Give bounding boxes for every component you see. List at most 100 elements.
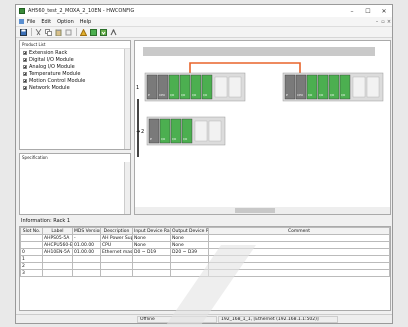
empty-slot[interactable]	[228, 76, 242, 98]
empty-slot[interactable]	[352, 76, 366, 98]
expand-icon[interactable]	[23, 50, 27, 55]
rack-module-label: I/O	[170, 93, 175, 97]
rack-module-label: I/O	[181, 93, 186, 97]
rack-module-label: P	[150, 137, 152, 141]
table-cell[interactable]	[100, 255, 133, 263]
upload-icon[interactable]	[89, 28, 97, 36]
empty-slot[interactable]	[208, 120, 222, 142]
document-icon	[19, 19, 24, 24]
col-mds-version[interactable]: MDS Version	[72, 227, 101, 235]
copy-icon[interactable]	[44, 28, 52, 36]
table-cell[interactable]: 3	[20, 269, 43, 277]
col-comment[interactable]: Comment	[208, 227, 390, 235]
menu-edit[interactable]: Edit	[41, 19, 51, 25]
expand-icon[interactable]	[23, 85, 27, 90]
table-cell[interactable]	[132, 262, 171, 270]
table-cell[interactable]: AH Power Supp	[100, 234, 133, 242]
network-icon[interactable]	[109, 28, 117, 36]
table-cell[interactable]: 01.00.00	[72, 241, 101, 249]
maximize-button[interactable]: ☐	[360, 5, 376, 17]
design-scroll-thumb[interactable]	[235, 208, 275, 213]
delete-icon[interactable]	[64, 28, 72, 36]
rack-2[interactable]: P I/O I/O I/O	[146, 116, 226, 146]
table-cell[interactable]: 0	[20, 248, 43, 256]
tree-item-temperature[interactable]: Temperature Module	[20, 70, 130, 77]
toolbar-separator	[76, 28, 77, 36]
table-cell[interactable]	[20, 234, 43, 242]
expand-icon[interactable]	[23, 57, 27, 62]
expand-icon[interactable]	[23, 64, 27, 69]
table-cell[interactable]	[72, 269, 101, 277]
table-cell[interactable]: 2	[20, 262, 43, 270]
table-cell[interactable]	[42, 255, 73, 263]
menu-help[interactable]: Help	[80, 19, 91, 25]
expand-icon[interactable]	[23, 78, 27, 83]
tree-item-digital-io[interactable]: Digital I/O Module	[20, 56, 130, 63]
menu-file[interactable]: File	[27, 19, 35, 25]
menu-bar: File Edit Option Help – ▫ ×	[16, 17, 392, 27]
table-cell[interactable]	[42, 262, 73, 270]
download-icon[interactable]	[99, 28, 107, 36]
paste-icon[interactable]	[54, 28, 62, 36]
table-cell[interactable]: -	[72, 234, 101, 242]
table-cell[interactable]: None	[170, 234, 209, 242]
table-cell[interactable]: None	[132, 241, 171, 249]
expand-icon[interactable]	[23, 71, 27, 76]
table-cell[interactable]: AH10EN-5A	[42, 248, 73, 256]
table-cell[interactable]	[132, 269, 171, 277]
close-button[interactable]: ✕	[376, 5, 392, 17]
table-cell[interactable]	[208, 234, 390, 242]
col-description[interactable]: Description	[100, 227, 133, 235]
table-cell[interactable]	[100, 269, 133, 277]
col-input-range[interactable]: Input Device Ran...	[132, 227, 171, 235]
mdi-close-button[interactable]: ×	[386, 19, 392, 25]
product-list-scrollbar[interactable]	[124, 49, 130, 149]
online-icon[interactable]	[79, 28, 87, 36]
menu-option[interactable]: Option	[57, 19, 74, 25]
rack-module-label: I/O	[192, 93, 197, 97]
table-cell[interactable]: 01.00.00	[72, 248, 101, 256]
tree-item-extension-rack[interactable]: Extension Rack	[20, 49, 130, 56]
table-cell[interactable]: D0 ~ D19	[132, 248, 171, 256]
rack-diagram[interactable]: 1 P CPU I/O I/O I/O I/O P CPU I/O I/O I/O I/O → 2 …	[135, 41, 390, 214]
tree-item-motion-control[interactable]: Motion Control Module	[20, 77, 130, 84]
hwconfig-window: AH560_test_2_MOXA_2_10EN - HWCONFIG – ☐ …	[15, 4, 393, 325]
table-cell[interactable]: None	[132, 234, 171, 242]
table-cell[interactable]	[20, 241, 43, 249]
rack-1-remote[interactable]: P CPU I/O I/O I/O I/O	[282, 72, 384, 102]
table-cell[interactable]	[100, 262, 133, 270]
toolbar	[16, 27, 392, 38]
rack-1[interactable]: P CPU I/O I/O I/O I/O	[144, 72, 246, 102]
empty-slot[interactable]	[194, 120, 208, 142]
rack-design-area[interactable]: 1 P CPU I/O I/O I/O I/O P CPU I/O I/O I/O I/O → 2 …	[134, 40, 391, 215]
specification-scrollbar[interactable]	[124, 162, 130, 214]
specification-header: Specification	[20, 154, 130, 161]
tree-item-analog-io[interactable]: Analog I/O Module	[20, 63, 130, 70]
table-cell[interactable]	[72, 262, 101, 270]
table-cell[interactable]: CPU	[100, 241, 133, 249]
table-row[interactable]: AHPS05-5A-AH Power SuppNoneNone	[20, 234, 390, 242]
rack-module-label: P	[148, 93, 150, 97]
col-slot-no[interactable]: Slot No.	[20, 227, 43, 235]
rack-module-label: I/O	[203, 93, 208, 97]
rack-module-label: P	[286, 93, 288, 97]
col-label[interactable]: Label	[42, 227, 73, 235]
rack-module-label: I/O	[183, 137, 188, 141]
table-cell[interactable]	[42, 269, 73, 277]
tree-item-network[interactable]: Network Module	[20, 84, 130, 91]
rack-module-label: I/O	[308, 93, 313, 97]
minimize-button[interactable]: –	[344, 5, 360, 17]
product-list-panel: Product List Extension Rack Digital I/O …	[19, 40, 131, 150]
cut-icon[interactable]	[34, 28, 42, 36]
table-cell[interactable]	[72, 255, 101, 263]
empty-slot[interactable]	[366, 76, 380, 98]
table-cell[interactable]: AHCPU560-E	[42, 241, 73, 249]
table-cell[interactable]: Ethernet master	[100, 248, 133, 256]
table-cell[interactable]: AHPS05-5A	[42, 234, 73, 242]
table-cell[interactable]: 1	[20, 255, 43, 263]
save-icon[interactable]	[19, 28, 27, 36]
empty-slot[interactable]	[214, 76, 228, 98]
col-output-range[interactable]: Output Device Ra...	[170, 227, 209, 235]
rack-connector-line	[137, 99, 139, 157]
table-cell[interactable]	[132, 255, 171, 263]
